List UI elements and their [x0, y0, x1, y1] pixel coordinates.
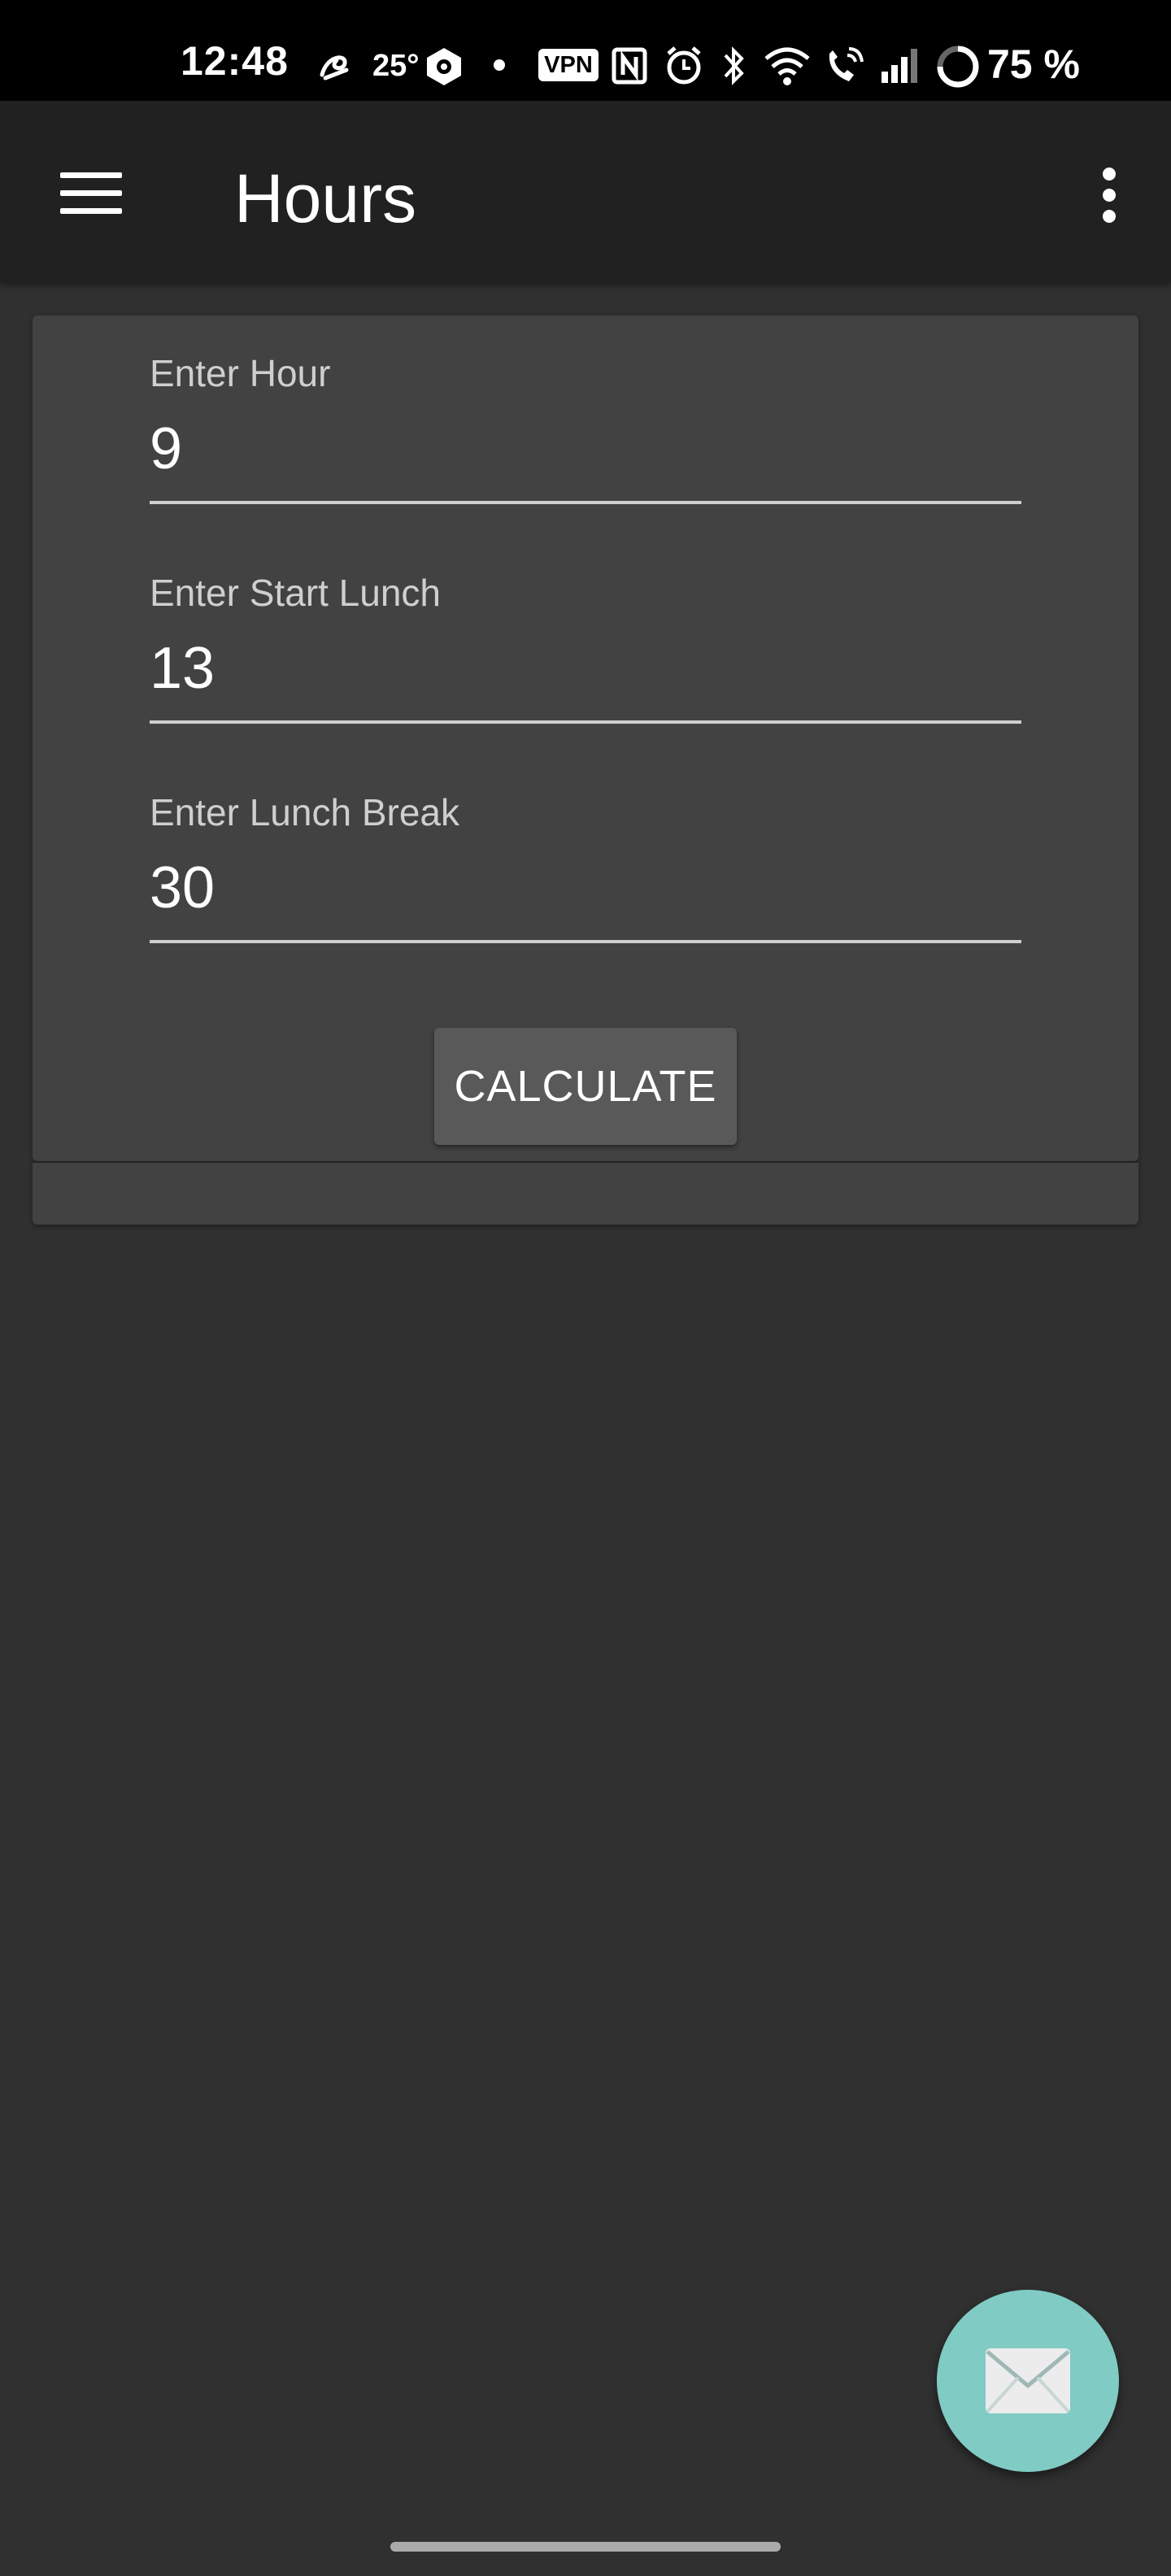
hour-label: Enter Hour — [150, 352, 331, 394]
vpn-icon: VPN — [538, 49, 599, 81]
lunch-break-field: Enter Lunch Break — [150, 790, 1021, 943]
bluetooth-icon — [724, 46, 744, 85]
nfc-icon — [612, 47, 647, 85]
result-card — [33, 1163, 1138, 1225]
signal-icon — [882, 49, 917, 83]
start-lunch-input[interactable] — [150, 620, 1021, 724]
battery-ring-icon — [937, 46, 979, 88]
page-title: Hours — [234, 160, 417, 237]
email-fab-button[interactable] — [937, 2290, 1119, 2472]
hour-input[interactable] — [150, 400, 1021, 504]
temperature-label: 25° — [372, 49, 420, 83]
start-lunch-field: Enter Start Lunch — [150, 571, 1021, 724]
start-lunch-label: Enter Start Lunch — [150, 572, 441, 614]
alarm-icon — [667, 46, 701, 85]
thread-icon — [320, 55, 349, 80]
app-bar: Hours — [0, 101, 1171, 283]
status-icons: 25° VPN — [317, 41, 979, 93]
gesture-nav-handle[interactable] — [390, 2542, 781, 2552]
battery-percent: 75 % — [987, 41, 1080, 87]
hamburger-menu-icon[interactable] — [42, 153, 140, 234]
lunch-break-input[interactable] — [150, 839, 1021, 943]
email-icon — [986, 2348, 1070, 2413]
hours-form-card: Enter Hour Enter Start Lunch Enter Lunch… — [33, 315, 1138, 1161]
calculate-button[interactable]: CALCULATE — [434, 1028, 737, 1145]
lunch-break-label: Enter Lunch Break — [150, 791, 460, 833]
status-bar: 12:48 25° VPN 75 % — [0, 0, 1171, 101]
wifi-call-icon — [829, 47, 864, 81]
wifi-icon — [764, 47, 810, 85]
hour-field: Enter Hour — [150, 351, 1021, 504]
dot-icon — [494, 59, 505, 71]
status-time: 12:48 — [181, 38, 289, 84]
crypto-icon — [427, 48, 461, 85]
more-vert-icon[interactable] — [1077, 153, 1142, 234]
